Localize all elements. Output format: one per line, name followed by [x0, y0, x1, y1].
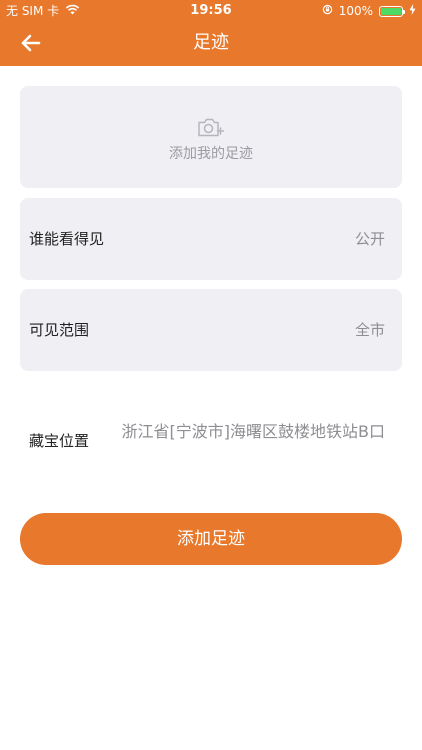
- visibility-value: 公开: [354, 230, 385, 248]
- battery-percent: 100%: [338, 4, 373, 18]
- range-row[interactable]: 可见范围 全市: [20, 289, 402, 371]
- battery-level-fill: [381, 7, 401, 15]
- add-footprint-button[interactable]: 添加足迹: [20, 513, 402, 565]
- charging-bolt-icon: [409, 0, 416, 22]
- location-label: 藏宝位置: [29, 432, 90, 450]
- range-value: 全市: [354, 321, 385, 339]
- add-photo-label: 添加我的足迹: [169, 146, 253, 162]
- camera-add-icon: [198, 118, 225, 137]
- battery-icon: [379, 5, 405, 17]
- rotation-lock-icon: [322, 0, 333, 22]
- visibility-label: 谁能看得见: [29, 230, 105, 248]
- status-right: 100%: [322, 0, 416, 22]
- top-bar: 无 SIM 卡 19:56 100% 足迹: [0, 0, 422, 66]
- status-bar: 无 SIM 卡 19:56 100%: [0, 0, 422, 22]
- range-label: 可见范围: [29, 321, 90, 339]
- page-title: 足迹: [193, 32, 229, 53]
- visibility-row[interactable]: 谁能看得见 公开: [20, 198, 402, 280]
- location-value[interactable]: 浙江省[宁波市]海曙区鼓楼地铁站B口: [115, 421, 385, 442]
